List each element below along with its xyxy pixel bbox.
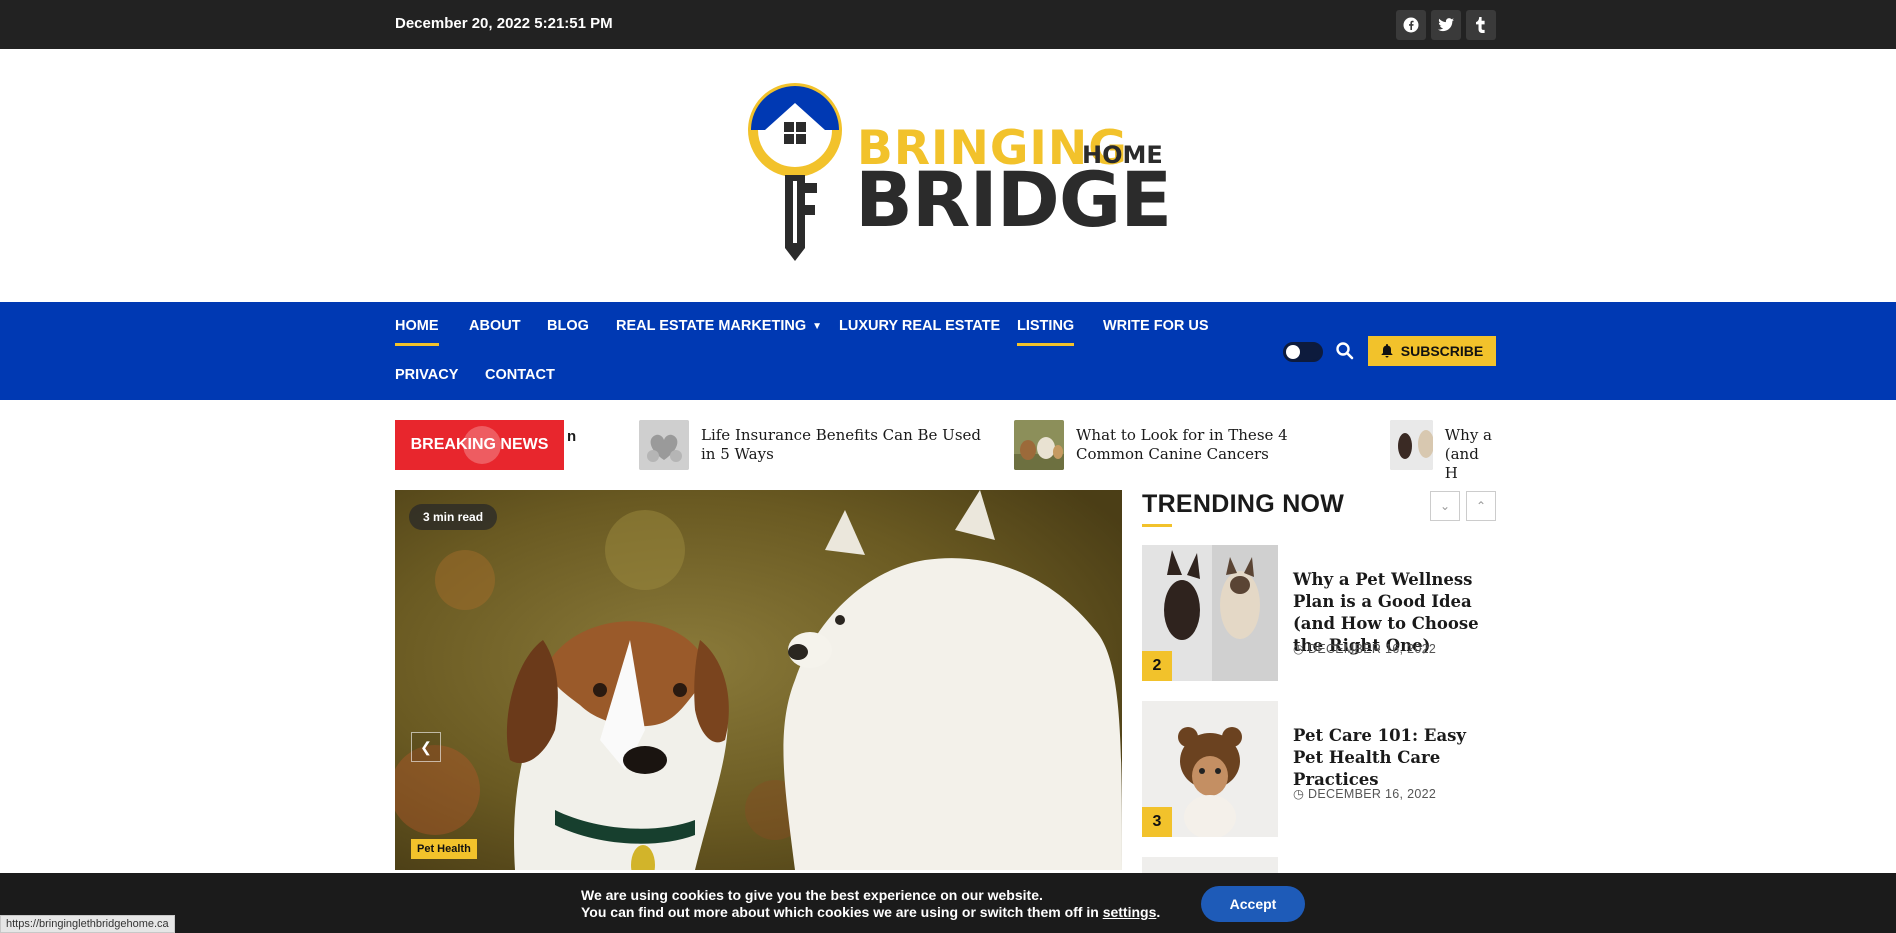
tumblr-icon[interactable] [1466,10,1496,40]
dark-mode-toggle[interactable] [1283,342,1323,362]
nav-item-listing[interactable]: LISTING [1017,318,1075,346]
trending-item[interactable]: 2 Why a Pet Wellness Plan is a Good Idea… [1142,545,1496,681]
trending-thumbnail-partial [1142,857,1278,873]
cookie-line-2: You can find out more about which cookie… [581,904,1160,921]
cookie-line-1: We are using cookies to give you the bes… [581,887,1043,903]
cookie-banner: We are using cookies to give you the bes… [0,873,1896,933]
ticker-thumbnail [1390,420,1433,470]
toggle-knob [1286,345,1300,359]
nav-item-blog[interactable]: BLOG [547,318,589,334]
ticker-thumbnail [639,420,689,470]
nav-item-privacy[interactable]: PRIVACY [395,367,458,383]
ticker-title: What to Look for in These 4 Common Canin… [1076,426,1288,463]
trending-date-text: DECEMBER 16, 2022 [1308,787,1437,801]
browser-status-url: https://bringinglethbridgehome.ca [0,915,175,933]
bell-icon [1381,344,1393,358]
nav-item-luxury-real-estate[interactable]: LUXURY REAL ESTATE [839,318,1000,334]
trending-item[interactable]: 3 Pet Care 101: Easy Pet Health Care Pra… [1142,701,1496,837]
read-time-badge: 3 min read [409,504,498,530]
slider-prev-button[interactable]: ❮ [411,732,441,762]
hero-slider[interactable]: 3 min read ❮ Pet Health [395,490,1122,870]
nav-item-write-for-us[interactable]: WRITE FOR US [1103,318,1209,334]
hero-image [395,490,1122,870]
trending-date-text: DECEMBER 16, 2022 [1308,642,1437,656]
cookie-settings-link[interactable]: settings [1103,904,1157,920]
trending-title[interactable]: Pet Care 101: Easy Pet Health Care Pract… [1293,725,1498,791]
clock-icon: ◷ [1293,642,1305,656]
accept-cookies-button[interactable]: Accept [1201,886,1305,922]
chevron-left-icon: ❮ [420,738,432,755]
current-datetime: December 20, 2022 5:21:51 PM [395,15,613,32]
ticker-fragment[interactable]: n [567,428,576,445]
trending-date: ◷ DECEMBER 16, 2022 [1293,641,1436,656]
trending-rank: 3 [1142,807,1172,837]
trending-date: ◷ DECEMBER 16, 2022 [1293,786,1436,801]
top-bar: December 20, 2022 5:21:51 PM [0,0,1896,49]
cookie-message: We are using cookies to give you the bes… [581,887,1160,921]
trending-rank: 2 [1142,651,1172,681]
twitter-icon[interactable] [1431,10,1461,40]
trending-up-button[interactable]: ⌃ [1466,491,1496,521]
logo-text-bridge: BRIDGE [855,155,1172,244]
ticker-title: Life Insurance Benefits Can Be Used in 5… [701,426,981,463]
heading-underline [1142,524,1172,527]
nav-item-label: REAL ESTATE MARKETING [616,318,807,334]
cookie-line-2-text: You can find out more about which cookie… [581,904,1103,920]
ticker-thumbnail [1014,420,1064,470]
trending-heading: TRENDING NOW [1142,490,1345,518]
ticker-item[interactable]: Life Insurance Benefits Can Be Used in 5… [639,420,981,470]
search-icon[interactable] [1335,341,1355,361]
trending-down-button[interactable]: ⌄ [1430,491,1460,521]
site-header: BRINGING HOME BRIDGE [0,49,1896,302]
nav-item-home[interactable]: HOME [395,318,439,346]
chevron-down-icon: ⌄ [1439,499,1451,513]
ticker-item[interactable]: Why a (and H [1390,420,1496,483]
nav-item-about[interactable]: ABOUT [469,318,521,334]
clock-icon: ◷ [1293,787,1305,801]
ticker-title: Why a (and H [1444,426,1492,482]
nav-item-real-estate-marketing[interactable]: REAL ESTATE MARKETING ▼ [616,318,822,334]
facebook-icon[interactable] [1396,10,1426,40]
breaking-news-text: BREAKING NEWS [410,436,549,453]
subscribe-button[interactable]: SUBSCRIBE [1368,336,1496,366]
nav-item-contact[interactable]: CONTACT [485,367,555,383]
category-tag[interactable]: Pet Health [411,839,477,859]
ticker-item[interactable]: What to Look for in These 4 Common Canin… [1014,420,1356,470]
chevron-down-icon: ▼ [812,320,823,332]
breaking-news-label: BREAKING NEWS [395,420,564,470]
cookie-line-2-end: . [1156,904,1161,920]
subscribe-label: SUBSCRIBE [1400,343,1484,359]
chevron-up-icon: ⌃ [1475,499,1487,513]
house-key-logo-icon[interactable] [745,83,855,268]
main-navigation: HOME ABOUT BLOG REAL ESTATE MARKETING ▼ … [0,302,1896,400]
